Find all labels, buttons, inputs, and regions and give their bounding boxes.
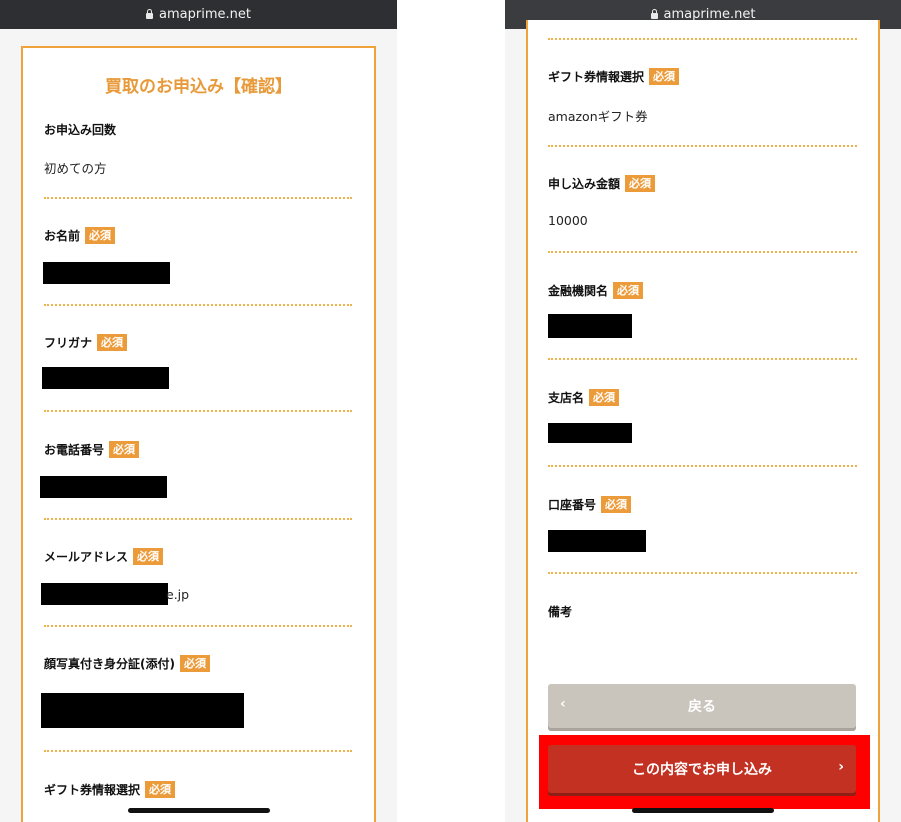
divider <box>44 518 352 520</box>
required-badge: 必須 <box>589 389 620 406</box>
field-label-branch: 支店名 必須 <box>548 389 620 406</box>
back-button-label: 戻る <box>688 699 716 715</box>
divider <box>548 572 857 574</box>
divider <box>548 358 857 360</box>
redacted-id-photo <box>41 693 244 728</box>
divider <box>44 197 352 199</box>
required-badge: 必須 <box>625 175 656 192</box>
back-button[interactable]: ‹ 戻る <box>548 684 856 728</box>
field-value-count: 初めての方 <box>44 161 107 176</box>
required-badge: 必須 <box>85 227 116 244</box>
redacted-email <box>41 583 168 605</box>
right-screenshot: amaprime.net ギフト券情報選択 必須 amazonギフト券 申し込み… <box>505 0 901 822</box>
field-value-amount: 10000 <box>548 213 588 228</box>
submit-button[interactable]: この内容でお申し込み › <box>548 745 856 793</box>
field-label-amount: 申し込み金額 必須 <box>548 175 656 192</box>
field-label-gift: ギフト券情報選択 必須 <box>548 68 680 85</box>
required-badge: 必須 <box>649 68 680 85</box>
home-indicator[interactable] <box>128 808 270 813</box>
field-label-account: 口座番号 必須 <box>548 496 632 513</box>
required-badge: 必須 <box>97 334 128 351</box>
chevron-right-icon: › <box>838 759 844 775</box>
field-label-notes: 備考 <box>548 605 573 619</box>
address-bar[interactable]: amaprime.net <box>0 0 397 29</box>
redacted-furigana <box>42 367 169 389</box>
submit-button-label: この内容でお申し込み <box>632 762 772 778</box>
email-visible-suffix: e.jp <box>166 587 190 602</box>
required-badge: 必須 <box>133 548 164 565</box>
field-label-phone: お電話番号 必須 <box>44 441 140 458</box>
required-badge: 必須 <box>601 496 632 513</box>
lock-icon <box>146 8 154 19</box>
redacted-name <box>43 262 170 284</box>
field-label-gift: ギフト券情報選択 必須 <box>44 781 176 798</box>
divider <box>548 465 857 467</box>
left-screenshot: amaprime.net 買取のお申込み【確認】 お申込み回数 初めての方 お名… <box>0 0 397 822</box>
divider <box>44 625 352 627</box>
divider <box>44 410 352 412</box>
required-badge: 必須 <box>109 441 140 458</box>
page-title: 買取のお申込み【確認】 <box>105 77 292 97</box>
field-value-gift: amazonギフト券 <box>548 109 648 124</box>
divider <box>548 38 857 40</box>
chevron-left-icon: ‹ <box>560 696 566 712</box>
redacted-phone <box>40 476 167 498</box>
redacted-bank <box>548 314 632 338</box>
divider <box>548 251 857 253</box>
field-label-count: お申込み回数 <box>44 123 117 137</box>
required-badge: 必須 <box>145 781 176 798</box>
field-label-email: メールアドレス 必須 <box>44 548 164 565</box>
redacted-account <box>548 530 646 552</box>
field-label-name: お名前 必須 <box>44 227 116 244</box>
url-text: amaprime.net <box>159 7 251 22</box>
redacted-branch <box>548 423 632 443</box>
field-label-furigana: フリガナ 必須 <box>44 334 128 351</box>
lock-icon <box>650 8 658 19</box>
home-indicator[interactable] <box>632 808 774 813</box>
field-label-id-photo: 顔写真付き身分証(添付) 必須 <box>44 655 210 672</box>
divider <box>44 304 352 306</box>
required-badge: 必須 <box>613 282 644 299</box>
divider <box>548 145 857 147</box>
required-badge: 必須 <box>179 655 210 672</box>
field-label-bank: 金融機関名 必須 <box>548 282 644 299</box>
divider <box>44 750 352 752</box>
